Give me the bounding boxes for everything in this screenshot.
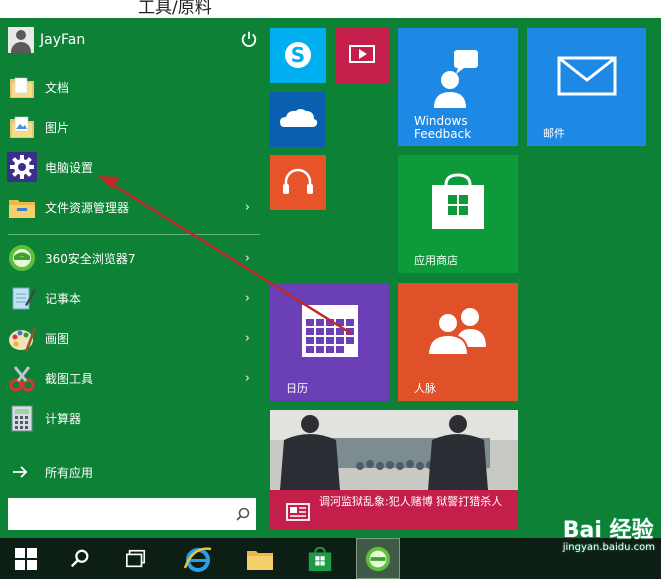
search-icon[interactable]	[236, 507, 250, 521]
menu-item-label: 文档	[45, 80, 70, 95]
headphones-icon	[283, 168, 313, 194]
user-account[interactable]: JayFan	[8, 26, 258, 54]
internet-explorer-icon	[183, 546, 212, 572]
tile-mail[interactable]: 邮件	[527, 28, 646, 146]
start-menu-left-pane: JayFan 文档 图片 电脑设置 文件资源管理器 › 360安全浏览器7 › …	[0, 18, 262, 538]
menu-item-label: 记事本	[45, 291, 82, 306]
page-heading: 工具/原料	[138, 0, 212, 18]
calculator-icon	[11, 405, 33, 432]
menu-item-label: 电脑设置	[45, 160, 94, 175]
tile-onedrive[interactable]	[270, 92, 326, 147]
user-name: JayFan	[40, 32, 86, 48]
news-icon	[286, 503, 310, 521]
snipping-tool-icon	[9, 366, 35, 392]
tile-calendar[interactable]: 日历	[270, 283, 389, 401]
menu-item-label: 画图	[45, 331, 70, 346]
divider	[8, 234, 260, 235]
menu-item-label: 文件资源管理器	[45, 200, 130, 215]
tile-label: 日历	[286, 382, 308, 395]
tile-news[interactable]: 调河监狱乱象:犯人赌博 狱警打猎杀人	[270, 410, 518, 529]
taskbar-file-explorer[interactable]	[238, 538, 282, 579]
gear-icon	[7, 152, 37, 182]
store-icon	[308, 546, 332, 571]
chevron-right-icon[interactable]: ›	[245, 291, 250, 306]
menu-item-label: 计算器	[45, 411, 82, 426]
menu-item-snipping-tool[interactable]: 截图工具 ›	[0, 360, 262, 396]
notepad-icon	[12, 287, 36, 310]
all-apps-label: 所有应用	[45, 465, 94, 480]
search-box[interactable]	[8, 498, 256, 530]
start-button[interactable]	[4, 538, 48, 579]
menu-item-360-browser[interactable]: 360安全浏览器7 ›	[0, 240, 262, 276]
svg-text:S: S	[291, 43, 305, 67]
search-icon	[70, 549, 89, 567]
file-explorer-icon	[247, 550, 273, 570]
watermark-url: jingyan.baidu.com	[562, 542, 655, 553]
search-input[interactable]	[8, 498, 230, 528]
menu-item-paint[interactable]: 画图 ›	[0, 320, 262, 356]
folder-icon	[10, 116, 34, 138]
user-avatar-icon	[8, 27, 34, 53]
task-view-button[interactable]	[114, 538, 158, 579]
chevron-right-icon[interactable]: ›	[245, 251, 250, 266]
menu-item-label: 截图工具	[45, 371, 94, 386]
tile-label: 应用商店	[414, 254, 458, 267]
video-icon	[349, 45, 375, 63]
menu-item-pc-settings[interactable]: 电脑设置	[0, 149, 262, 185]
chevron-right-icon[interactable]: ›	[245, 331, 250, 346]
taskbar-store[interactable]	[298, 538, 342, 579]
skype-icon: S	[285, 42, 311, 68]
tile-skype[interactable]: S	[270, 28, 326, 83]
arrow-right-icon	[12, 466, 28, 478]
tile-label: Windows Feedback	[414, 114, 472, 141]
window-edge	[646, 18, 661, 538]
menu-item-file-explorer[interactable]: 文件资源管理器 ›	[0, 189, 262, 225]
tile-store[interactable]: 应用商店	[398, 155, 518, 273]
news-headline: 调河监狱乱象:犯人赌博 狱警打猎杀人	[319, 495, 503, 508]
browser-360-icon	[9, 245, 35, 271]
chevron-right-icon[interactable]: ›	[245, 200, 250, 215]
tile-label: 邮件	[543, 127, 565, 140]
tile-video[interactable]	[335, 28, 389, 83]
paint-icon	[9, 327, 36, 351]
browser-360-icon	[365, 546, 391, 571]
menu-item-documents[interactable]: 文档	[0, 69, 262, 105]
watermark-logo: Bai 经验	[562, 518, 654, 543]
power-icon[interactable]	[240, 30, 258, 48]
menu-item-label: 图片	[45, 120, 70, 135]
tile-windows-feedback[interactable]: Windows Feedback	[398, 28, 518, 146]
taskbar-360-browser[interactable]	[356, 538, 400, 579]
menu-item-label: 360安全浏览器7	[45, 251, 136, 266]
task-view-icon	[126, 549, 146, 567]
watermark: Bai 经验 jingyan.baidu.com	[563, 512, 655, 553]
taskbar-search-button[interactable]	[58, 538, 102, 579]
folder-icon	[10, 77, 34, 98]
tile-people[interactable]: 人脉	[398, 283, 518, 401]
chevron-right-icon[interactable]: ›	[245, 371, 250, 386]
menu-item-pictures[interactable]: 图片	[0, 109, 262, 145]
taskbar-ie[interactable]	[176, 538, 220, 579]
start-menu: JayFan 文档 图片 电脑设置 文件资源管理器 › 360安全浏览器7 › …	[0, 18, 661, 538]
cloud-icon	[280, 109, 318, 127]
tile-label: 人脉	[414, 382, 436, 395]
file-explorer-icon	[9, 200, 35, 218]
windows-logo-icon	[15, 547, 37, 570]
menu-item-calculator[interactable]: 计算器	[0, 400, 262, 436]
all-apps-button[interactable]: 所有应用	[0, 454, 262, 490]
menu-item-notepad[interactable]: 记事本 ›	[0, 280, 262, 316]
tile-music[interactable]	[270, 155, 326, 210]
news-photo	[270, 410, 518, 490]
